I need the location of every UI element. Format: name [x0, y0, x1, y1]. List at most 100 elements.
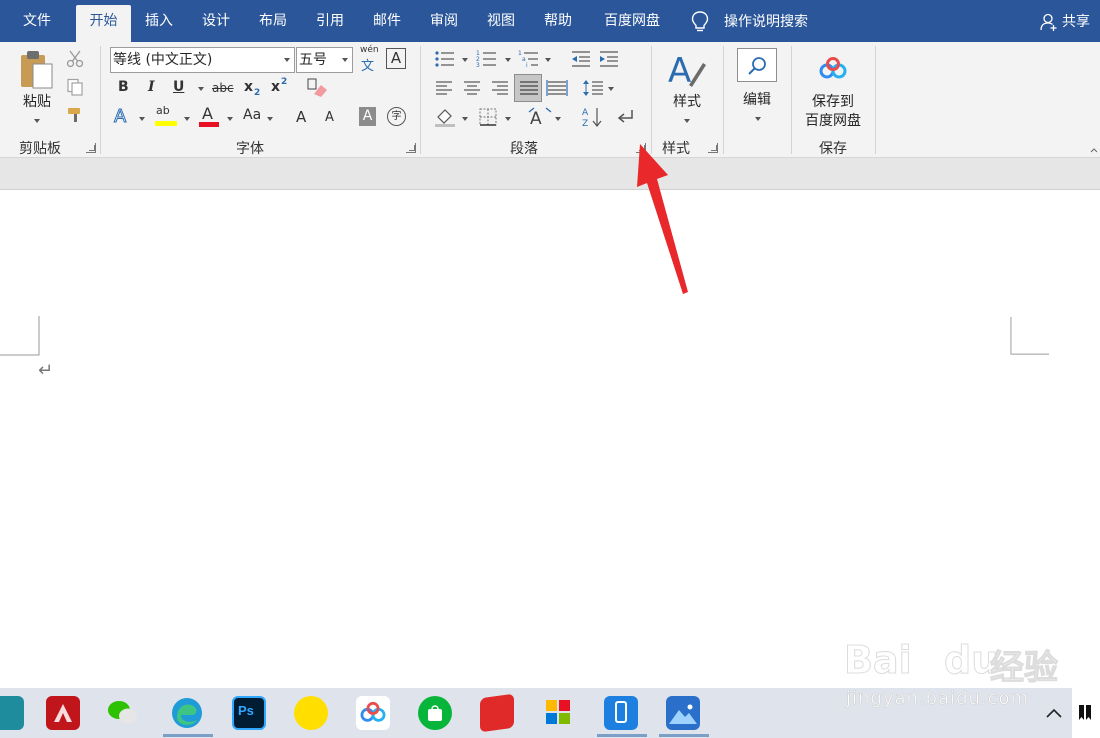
bullets-dropdown-icon[interactable]: [462, 58, 468, 62]
collapse-ribbon-icon[interactable]: [1090, 146, 1098, 154]
font-launcher-icon[interactable]: [406, 143, 416, 153]
character-shading-button[interactable]: A: [359, 107, 376, 126]
font-size-value: 五号: [299, 52, 327, 68]
tab-references[interactable]: 引用: [307, 5, 353, 42]
watermark-brand: Bai: [844, 638, 913, 683]
text-effects-button[interactable]: A: [113, 106, 126, 128]
font-name-combobox[interactable]: 等线 (中文正文): [110, 47, 295, 73]
wechat-icon[interactable]: [106, 696, 140, 730]
line-spacing-dropdown-icon[interactable]: [608, 87, 614, 91]
chevron-down-icon[interactable]: [342, 58, 348, 62]
tab-layout[interactable]: 布局: [250, 5, 296, 42]
text-effects-dropdown-icon[interactable]: [139, 117, 145, 121]
chinese-layout-icon[interactable]: A: [528, 106, 552, 128]
align-center-icon[interactable]: [462, 79, 482, 97]
clipboard-launcher-icon[interactable]: [86, 143, 96, 153]
tab-design[interactable]: 设计: [193, 5, 239, 42]
format-painter-icon[interactable]: [66, 106, 84, 124]
grow-font-button[interactable]: A: [296, 108, 306, 126]
change-case-button[interactable]: Aa: [243, 107, 261, 123]
editing-dropdown-icon[interactable]: [755, 117, 761, 121]
change-case-dropdown-icon[interactable]: [267, 117, 273, 121]
tab-home[interactable]: 开始: [76, 5, 131, 42]
line-spacing-icon[interactable]: [582, 79, 604, 97]
editing-label[interactable]: 编辑: [737, 89, 777, 109]
chinese-layout-dropdown-icon[interactable]: [555, 117, 561, 121]
justify-button[interactable]: [514, 74, 542, 102]
photos-app-icon[interactable]: [666, 696, 700, 730]
justify-icon: [520, 81, 538, 95]
tab-insert[interactable]: 插入: [136, 5, 182, 42]
borders-icon[interactable]: [478, 107, 498, 127]
shading-dropdown-icon[interactable]: [462, 117, 468, 121]
numbering-dropdown-icon[interactable]: [505, 58, 511, 62]
strikethrough-button[interactable]: abc: [212, 81, 234, 95]
styles-label[interactable]: 样式: [667, 91, 707, 111]
photoshop-icon[interactable]: Ps: [232, 696, 266, 730]
tab-file[interactable]: 文件: [14, 5, 60, 42]
autocad-icon[interactable]: [46, 696, 80, 730]
borders-dropdown-icon[interactable]: [505, 117, 511, 121]
phonetic-char: 文: [361, 59, 375, 74]
styles-launcher-icon[interactable]: [708, 143, 718, 153]
numbering-icon[interactable]: 123: [476, 50, 498, 68]
copy-icon[interactable]: [66, 78, 84, 96]
font-size-combobox[interactable]: 五号: [296, 47, 353, 73]
tiles-app-icon[interactable]: [542, 696, 576, 730]
3dsmax-icon[interactable]: [0, 696, 24, 730]
baidu-netdisk-label[interactable]: 百度网盘: [800, 110, 866, 130]
superscript-digit: 2: [281, 77, 288, 87]
chevron-up-icon[interactable]: [1044, 706, 1064, 720]
styles-icon[interactable]: A: [667, 51, 707, 89]
qq-music-icon[interactable]: [294, 696, 328, 730]
italic-button[interactable]: I: [148, 79, 155, 95]
phone-app-icon[interactable]: [604, 696, 638, 730]
show-marks-icon[interactable]: [616, 108, 636, 126]
shopping-bag-icon[interactable]: [418, 696, 452, 730]
paste-label[interactable]: 粘贴: [20, 91, 54, 111]
bold-button[interactable]: B: [118, 79, 129, 95]
active-app-indicator: [597, 734, 647, 737]
tab-view[interactable]: 视图: [478, 5, 524, 42]
cut-icon[interactable]: [66, 50, 84, 68]
distributed-icon[interactable]: [546, 79, 568, 97]
svg-text:A: A: [530, 109, 542, 128]
styles-dropdown-icon[interactable]: [684, 119, 690, 123]
tab-mailings[interactable]: 邮件: [364, 5, 410, 42]
find-button[interactable]: [737, 48, 777, 82]
ruler-strip: [0, 158, 1100, 190]
align-right-icon[interactable]: [490, 79, 510, 97]
tab-help[interactable]: 帮助: [535, 5, 581, 42]
multilevel-list-icon[interactable]: 1ai: [518, 50, 540, 68]
shading-icon[interactable]: [434, 107, 456, 127]
shrink-font-button[interactable]: A: [325, 110, 334, 125]
eraser-icon[interactable]: [306, 78, 328, 98]
character-border-button[interactable]: A: [386, 48, 406, 69]
decrease-indent-icon[interactable]: [570, 50, 592, 68]
bookmark-icon[interactable]: [1078, 704, 1092, 722]
superscript-x: x: [271, 79, 281, 95]
save-to-label[interactable]: 保存到: [800, 91, 866, 111]
increase-indent-icon[interactable]: [598, 50, 620, 68]
sort-icon[interactable]: A Z: [581, 106, 603, 128]
highlight-dropdown-icon[interactable]: [184, 117, 190, 121]
watermark-url: jingyan.baidu.com: [846, 688, 1030, 710]
document-page[interactable]: ↵: [0, 190, 1100, 688]
paste-icon[interactable]: [18, 50, 56, 90]
chevron-down-icon[interactable]: [284, 58, 290, 62]
baidu-netdisk-taskbar-icon[interactable]: [356, 696, 390, 730]
enclose-characters-button[interactable]: 字: [387, 107, 406, 126]
font-color-dropdown-icon[interactable]: [227, 117, 233, 121]
tab-review[interactable]: 审阅: [421, 5, 467, 42]
multilevel-dropdown-icon[interactable]: [545, 58, 551, 62]
bullets-icon[interactable]: [434, 50, 456, 68]
underline-dropdown-icon[interactable]: [198, 87, 204, 91]
align-left-icon[interactable]: [434, 79, 454, 97]
paste-dropdown-icon[interactable]: [34, 119, 40, 123]
tab-baidu-netdisk[interactable]: 百度网盘: [592, 5, 672, 42]
baidu-netdisk-icon[interactable]: [818, 56, 848, 82]
underline-button[interactable]: U: [173, 79, 184, 95]
active-app-indicator: [163, 734, 213, 737]
sketchup-icon[interactable]: [480, 693, 514, 733]
edge-icon[interactable]: [170, 696, 204, 730]
